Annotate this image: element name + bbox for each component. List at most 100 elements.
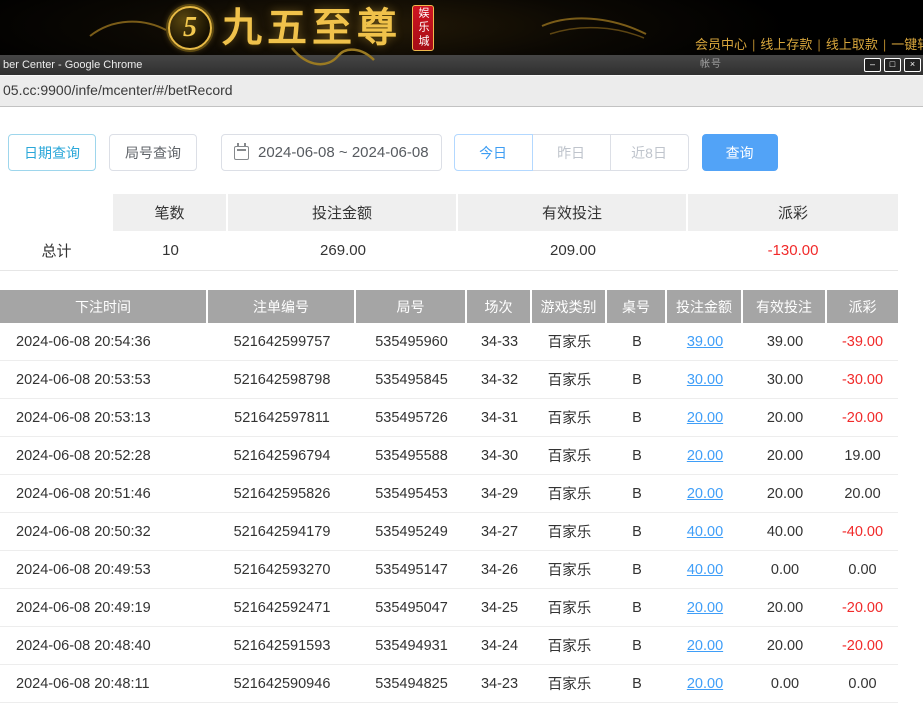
- cell-bet_amount[interactable]: 20.00: [667, 475, 743, 512]
- chrome-titlebar: ber Center - Google Chrome 帐号 – □ ×: [0, 55, 923, 75]
- cell-session: 34-30: [467, 437, 532, 474]
- filter-bar: 日期查询 局号查询 2024-06-08 ~ 2024-06-08 今日 昨日 …: [8, 134, 778, 171]
- nav-member-center[interactable]: 会员中心: [695, 37, 747, 52]
- calendar-icon: [234, 146, 249, 160]
- cell-game_type: 百家乐: [532, 589, 607, 626]
- quick-yesterday-button[interactable]: 昨日: [532, 134, 611, 171]
- cell-table_no: B: [607, 627, 667, 664]
- cell-valid_bet: 20.00: [743, 437, 827, 474]
- cell-time: 2024-06-08 20:48:11: [0, 665, 208, 702]
- site-banner: 5 九五至尊 娱乐城 会员中心|线上存款|线上取款|一键转: [0, 0, 923, 55]
- nav-separator: |: [883, 37, 886, 52]
- summary-column-header: 投注金额: [228, 194, 458, 231]
- cell-payout: -40.00: [827, 513, 898, 550]
- cell-bet_amount[interactable]: 20.00: [667, 399, 743, 436]
- cell-bet_amount[interactable]: 20.00: [667, 665, 743, 702]
- cell-order_id: 521642597811: [208, 399, 356, 436]
- nav-deposit[interactable]: 线上存款: [760, 37, 812, 52]
- cell-table_no: B: [607, 475, 667, 512]
- cell-round_id: 535494825: [356, 665, 467, 702]
- top-nav: 会员中心 | 线上存款 | 线上取款 | 一键转: [692, 34, 923, 53]
- quick-last8days-button[interactable]: 近8日: [610, 134, 689, 171]
- cell-bet_amount[interactable]: 40.00: [667, 513, 743, 550]
- column-header: 注单编号: [208, 290, 356, 323]
- minimize-icon[interactable]: –: [864, 58, 881, 72]
- cell-table_no: B: [607, 399, 667, 436]
- summary-count: 10: [113, 231, 228, 270]
- cell-table_no: B: [607, 437, 667, 474]
- nav-withdraw[interactable]: 线上取款: [826, 37, 878, 52]
- cell-bet_amount[interactable]: 40.00: [667, 551, 743, 588]
- date-range-picker[interactable]: 2024-06-08 ~ 2024-06-08: [221, 134, 442, 171]
- cell-time: 2024-06-08 20:50:32: [0, 513, 208, 550]
- cell-bet_amount[interactable]: 20.00: [667, 437, 743, 474]
- search-button[interactable]: 查询: [702, 134, 778, 171]
- cell-session: 34-24: [467, 627, 532, 664]
- url-text[interactable]: 05.cc:9900/infe/mcenter/#/betRecord: [0, 75, 923, 106]
- cell-bet_amount[interactable]: 20.00: [667, 589, 743, 626]
- date-range-value: 2024-06-08 ~ 2024-06-08: [258, 144, 429, 161]
- cell-session: 34-23: [467, 665, 532, 702]
- table-row: 2024-06-08 20:49:19521642592471535495047…: [0, 589, 898, 627]
- column-header: 投注金额: [667, 290, 743, 323]
- summary-column-header: 笔数: [113, 194, 228, 231]
- cell-valid_bet: 20.00: [743, 589, 827, 626]
- summary-label: 总计: [0, 231, 113, 270]
- cell-order_id: 521642593270: [208, 551, 356, 588]
- cell-game_type: 百家乐: [532, 513, 607, 550]
- cell-valid_bet: 20.00: [743, 627, 827, 664]
- cell-round_id: 535495960: [356, 323, 467, 360]
- tab-date-query[interactable]: 日期查询: [8, 134, 96, 171]
- cell-time: 2024-06-08 20:52:28: [0, 437, 208, 474]
- close-icon[interactable]: ×: [904, 58, 921, 72]
- summary-header-blank: [0, 194, 113, 231]
- cell-round_id: 535495588: [356, 437, 467, 474]
- maximize-icon[interactable]: □: [884, 58, 901, 72]
- chrome-urlbar[interactable]: 05.cc:9900/infe/mcenter/#/betRecord: [0, 75, 923, 107]
- table-row: 2024-06-08 20:53:53521642598798535495845…: [0, 361, 898, 399]
- cell-payout: -20.00: [827, 589, 898, 626]
- table-row: 2024-06-08 20:48:40521642591593535494931…: [0, 627, 898, 665]
- logo-coin-icon: 5: [168, 6, 212, 50]
- cell-table_no: B: [607, 589, 667, 626]
- column-header: 游戏类别: [532, 290, 607, 323]
- tab-round-query[interactable]: 局号查询: [109, 134, 197, 171]
- cell-valid_bet: 20.00: [743, 399, 827, 436]
- bet-table-head: 下注时间注单编号局号场次游戏类别桌号投注金额有效投注派彩: [0, 290, 898, 323]
- summary-head: 笔数投注金额有效投注派彩: [0, 194, 898, 231]
- cell-payout: -39.00: [827, 323, 898, 360]
- cell-round_id: 535495845: [356, 361, 467, 398]
- table-row: 2024-06-08 20:48:11521642590946535494825…: [0, 665, 898, 703]
- cell-order_id: 521642590946: [208, 665, 356, 702]
- summary-column-header: 派彩: [688, 194, 898, 231]
- column-header: 派彩: [827, 290, 898, 323]
- cell-session: 34-33: [467, 323, 532, 360]
- cell-payout: 0.00: [827, 551, 898, 588]
- cell-time: 2024-06-08 20:49:53: [0, 551, 208, 588]
- nav-separator: |: [752, 37, 755, 52]
- cell-valid_bet: 20.00: [743, 475, 827, 512]
- cell-order_id: 521642595826: [208, 475, 356, 512]
- cell-game_type: 百家乐: [532, 323, 607, 360]
- column-header: 下注时间: [0, 290, 208, 323]
- column-header: 局号: [356, 290, 467, 323]
- cell-order_id: 521642591593: [208, 627, 356, 664]
- cell-bet_amount[interactable]: 20.00: [667, 627, 743, 664]
- table-row: 2024-06-08 20:50:32521642594179535495249…: [0, 513, 898, 551]
- cell-valid_bet: 0.00: [743, 551, 827, 588]
- nav-separator: |: [817, 37, 820, 52]
- bet-record-table: 下注时间注单编号局号场次游戏类别桌号投注金额有效投注派彩 2024-06-08 …: [0, 290, 898, 703]
- cell-game_type: 百家乐: [532, 437, 607, 474]
- quick-today-button[interactable]: 今日: [454, 134, 533, 171]
- cell-time: 2024-06-08 20:54:36: [0, 323, 208, 360]
- cell-payout: -30.00: [827, 361, 898, 398]
- cell-round_id: 535494931: [356, 627, 467, 664]
- cell-table_no: B: [607, 551, 667, 588]
- cell-bet_amount[interactable]: 30.00: [667, 361, 743, 398]
- cell-table_no: B: [607, 361, 667, 398]
- nav-one-click-transfer[interactable]: 一键转: [891, 37, 923, 52]
- cell-payout: -20.00: [827, 399, 898, 436]
- summary-table: 笔数投注金额有效投注派彩 总计 10 269.00 209.00 -130.00: [0, 194, 898, 271]
- quick-range-group: 今日 昨日 近8日: [454, 134, 689, 171]
- cell-bet_amount[interactable]: 39.00: [667, 323, 743, 360]
